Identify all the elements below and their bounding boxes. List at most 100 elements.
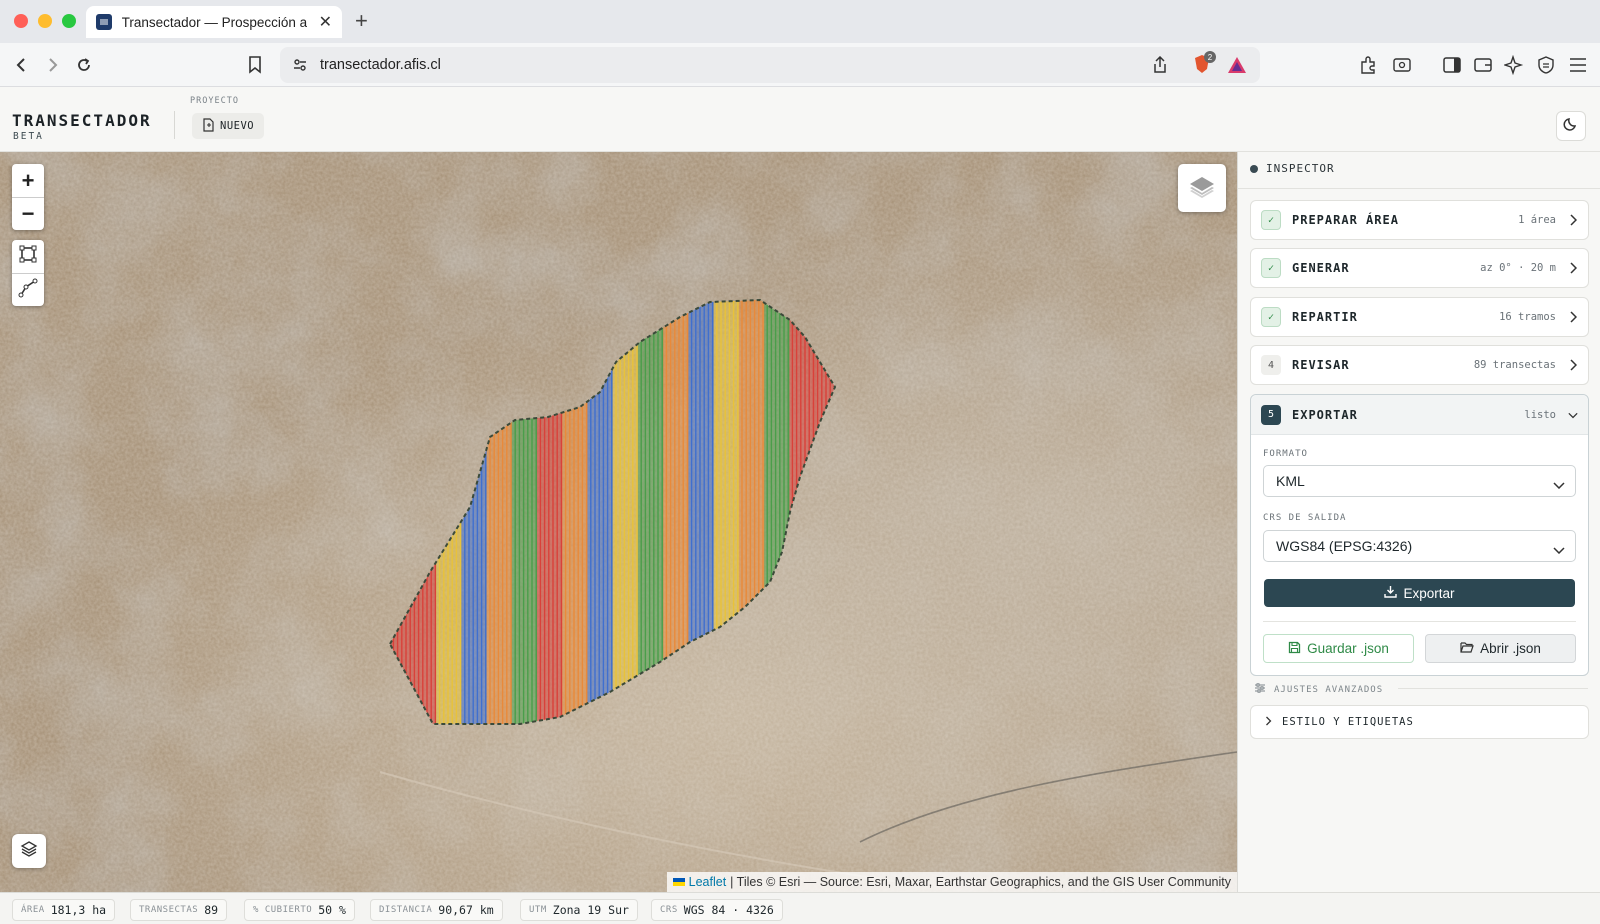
sidebar-toggle-icon[interactable] [1440,53,1464,77]
step-title: PREPARAR ÁREA [1292,213,1399,227]
format-value: KML [1276,473,1305,489]
tiles-attribution-text: | Tiles © Esri — Source: Esri, Maxar, Ea… [730,875,1231,889]
bookmark-icon[interactable] [243,53,267,77]
export-button[interactable]: Exportar [1264,579,1575,607]
browser-window: Transectador — Prospección a ✕ + transec… [0,0,1600,924]
step-preparar-area[interactable]: ✓ PREPARAR ÁREA 1 área [1250,200,1589,240]
style-labels-toggle[interactable]: ESTILO Y ETIQUETAS [1250,705,1589,739]
layers-icon [1188,172,1216,205]
check-icon: ✓ [1261,307,1281,327]
chevron-right-icon [1568,262,1578,274]
step-title: GENERAR [1292,261,1350,275]
browser-tab[interactable]: Transectador — Prospección a ✕ [86,6,342,38]
zoom-in-button[interactable]: + [12,164,44,197]
save-json-button[interactable]: Guardar .json [1263,634,1414,663]
stat-value: 89 [204,903,219,917]
map-view[interactable]: + − Leaflet | Tiles © Esri — Source: Esr… [0,152,1237,892]
brand-subtitle: BETA [13,131,44,142]
leaflet-link[interactable]: Leaflet [689,875,727,889]
minimize-window-button[interactable] [38,14,52,28]
step-exportar[interactable]: 5 EXPORTAR listo [1251,395,1588,435]
download-icon [1384,585,1398,601]
tab-title: Transectador — Prospección a [121,14,307,30]
stat-value: 90,67 km [438,903,494,917]
reload-button[interactable] [72,53,96,77]
draw-control [12,240,44,306]
export-card: 5 EXPORTAR listo FORMATO KML CRS DE SALI… [1250,394,1589,676]
satellite-map[interactable] [0,152,1237,892]
export-divider [1263,621,1576,622]
address-bar[interactable]: transectador.afis.cl 2 [280,47,1260,83]
chevron-down-icon [1553,541,1565,557]
share-icon[interactable] [1152,55,1168,79]
layers-control-button[interactable] [1178,164,1226,212]
new-project-button[interactable]: NUEVO [192,113,265,139]
step-title: REPARTIR [1292,310,1358,324]
new-tab-button[interactable]: + [355,9,368,33]
shields-count-badge: 2 [1204,51,1216,63]
extensions-icon[interactable] [1357,53,1381,77]
crs-value: WGS84 (EPSG:4326) [1276,538,1413,554]
zoom-control: + − [12,164,44,230]
basemap-toggle-button[interactable] [12,834,46,868]
moon-icon [1563,116,1579,137]
stat-utm: UTM Zona 19 Sur [520,899,638,921]
status-bar: ÁREA 181,3 ha TRANSECTAS 89 % CUBIERTO 5… [0,892,1600,924]
theme-toggle-button[interactable] [1556,111,1586,141]
vpn-shield-icon[interactable] [1534,53,1558,77]
polygon-icon [18,244,38,269]
forward-button[interactable] [40,53,64,77]
step-generar[interactable]: ✓ GENERAR az 0° · 20 m [1250,248,1589,288]
open-json-label: Abrir .json [1480,641,1541,656]
site-favicon-icon [96,14,112,30]
format-select[interactable]: KML [1263,465,1576,497]
stack-icon [20,840,38,863]
polyline-icon [18,278,38,303]
back-button[interactable] [10,53,34,77]
step-number-badge: 5 [1261,404,1281,425]
stat-value: 50 % [318,903,346,917]
site-settings-icon[interactable] [292,57,308,78]
close-window-button[interactable] [14,14,28,28]
step-meta: 16 tramos [1499,311,1556,323]
app-header: TRANSECTADOR BETA PROYECTO NUEVO [0,87,1600,152]
save-json-label: Guardar .json [1307,641,1389,656]
brave-shields-icon[interactable]: 2 [1192,51,1216,80]
chevron-right-icon [1568,214,1578,226]
chevron-right-icon [1265,716,1272,729]
draw-polygon-button[interactable] [12,240,44,273]
crs-select[interactable]: WGS84 (EPSG:4326) [1263,530,1576,562]
brave-rewards-icon[interactable] [1227,56,1247,79]
draw-line-button[interactable] [12,273,44,306]
inspector-divider [1238,188,1600,189]
step-title: EXPORTAR [1292,407,1358,422]
stat-key: DISTANCIA [379,905,433,915]
stat-area: ÁREA 181,3 ha [12,899,116,921]
zoom-out-button[interactable]: − [12,197,44,230]
save-icon [1288,641,1301,657]
map-attribution: Leaflet | Tiles © Esri — Source: Esri, M… [666,872,1237,892]
close-tab-icon[interactable]: ✕ [319,12,332,32]
leo-ai-icon[interactable] [1502,53,1526,77]
header-divider [174,111,175,139]
stat-crs: CRS WGS 84 · 4326 [651,899,783,921]
inspector-title: INSPECTOR [1266,162,1335,175]
brand-title: TRANSECTADOR [12,111,152,130]
step-repartir[interactable]: ✓ REPARTIR 16 tramos [1250,297,1589,337]
step-meta: az 0° · 20 m [1480,262,1556,274]
open-json-button[interactable]: Abrir .json [1425,634,1576,663]
browser-toolbar: transectador.afis.cl 2 [0,43,1600,87]
stat-value: Zona 19 Sur [552,903,629,917]
check-icon: ✓ [1261,210,1281,230]
maximize-window-button[interactable] [62,14,76,28]
reader-mode-icon[interactable] [1390,53,1414,77]
menu-icon[interactable] [1566,53,1590,77]
stat-value: 181,3 ha [50,903,107,917]
advanced-divider [1398,688,1588,689]
stat-key: CRS [660,905,678,915]
stat-transects: TRANSECTAS 89 [130,899,228,921]
step-revisar[interactable]: 4 REVISAR 89 transectas [1250,345,1589,385]
status-dot-icon [1250,164,1258,173]
wallet-icon[interactable] [1471,53,1495,77]
folder-open-icon [1460,641,1474,656]
